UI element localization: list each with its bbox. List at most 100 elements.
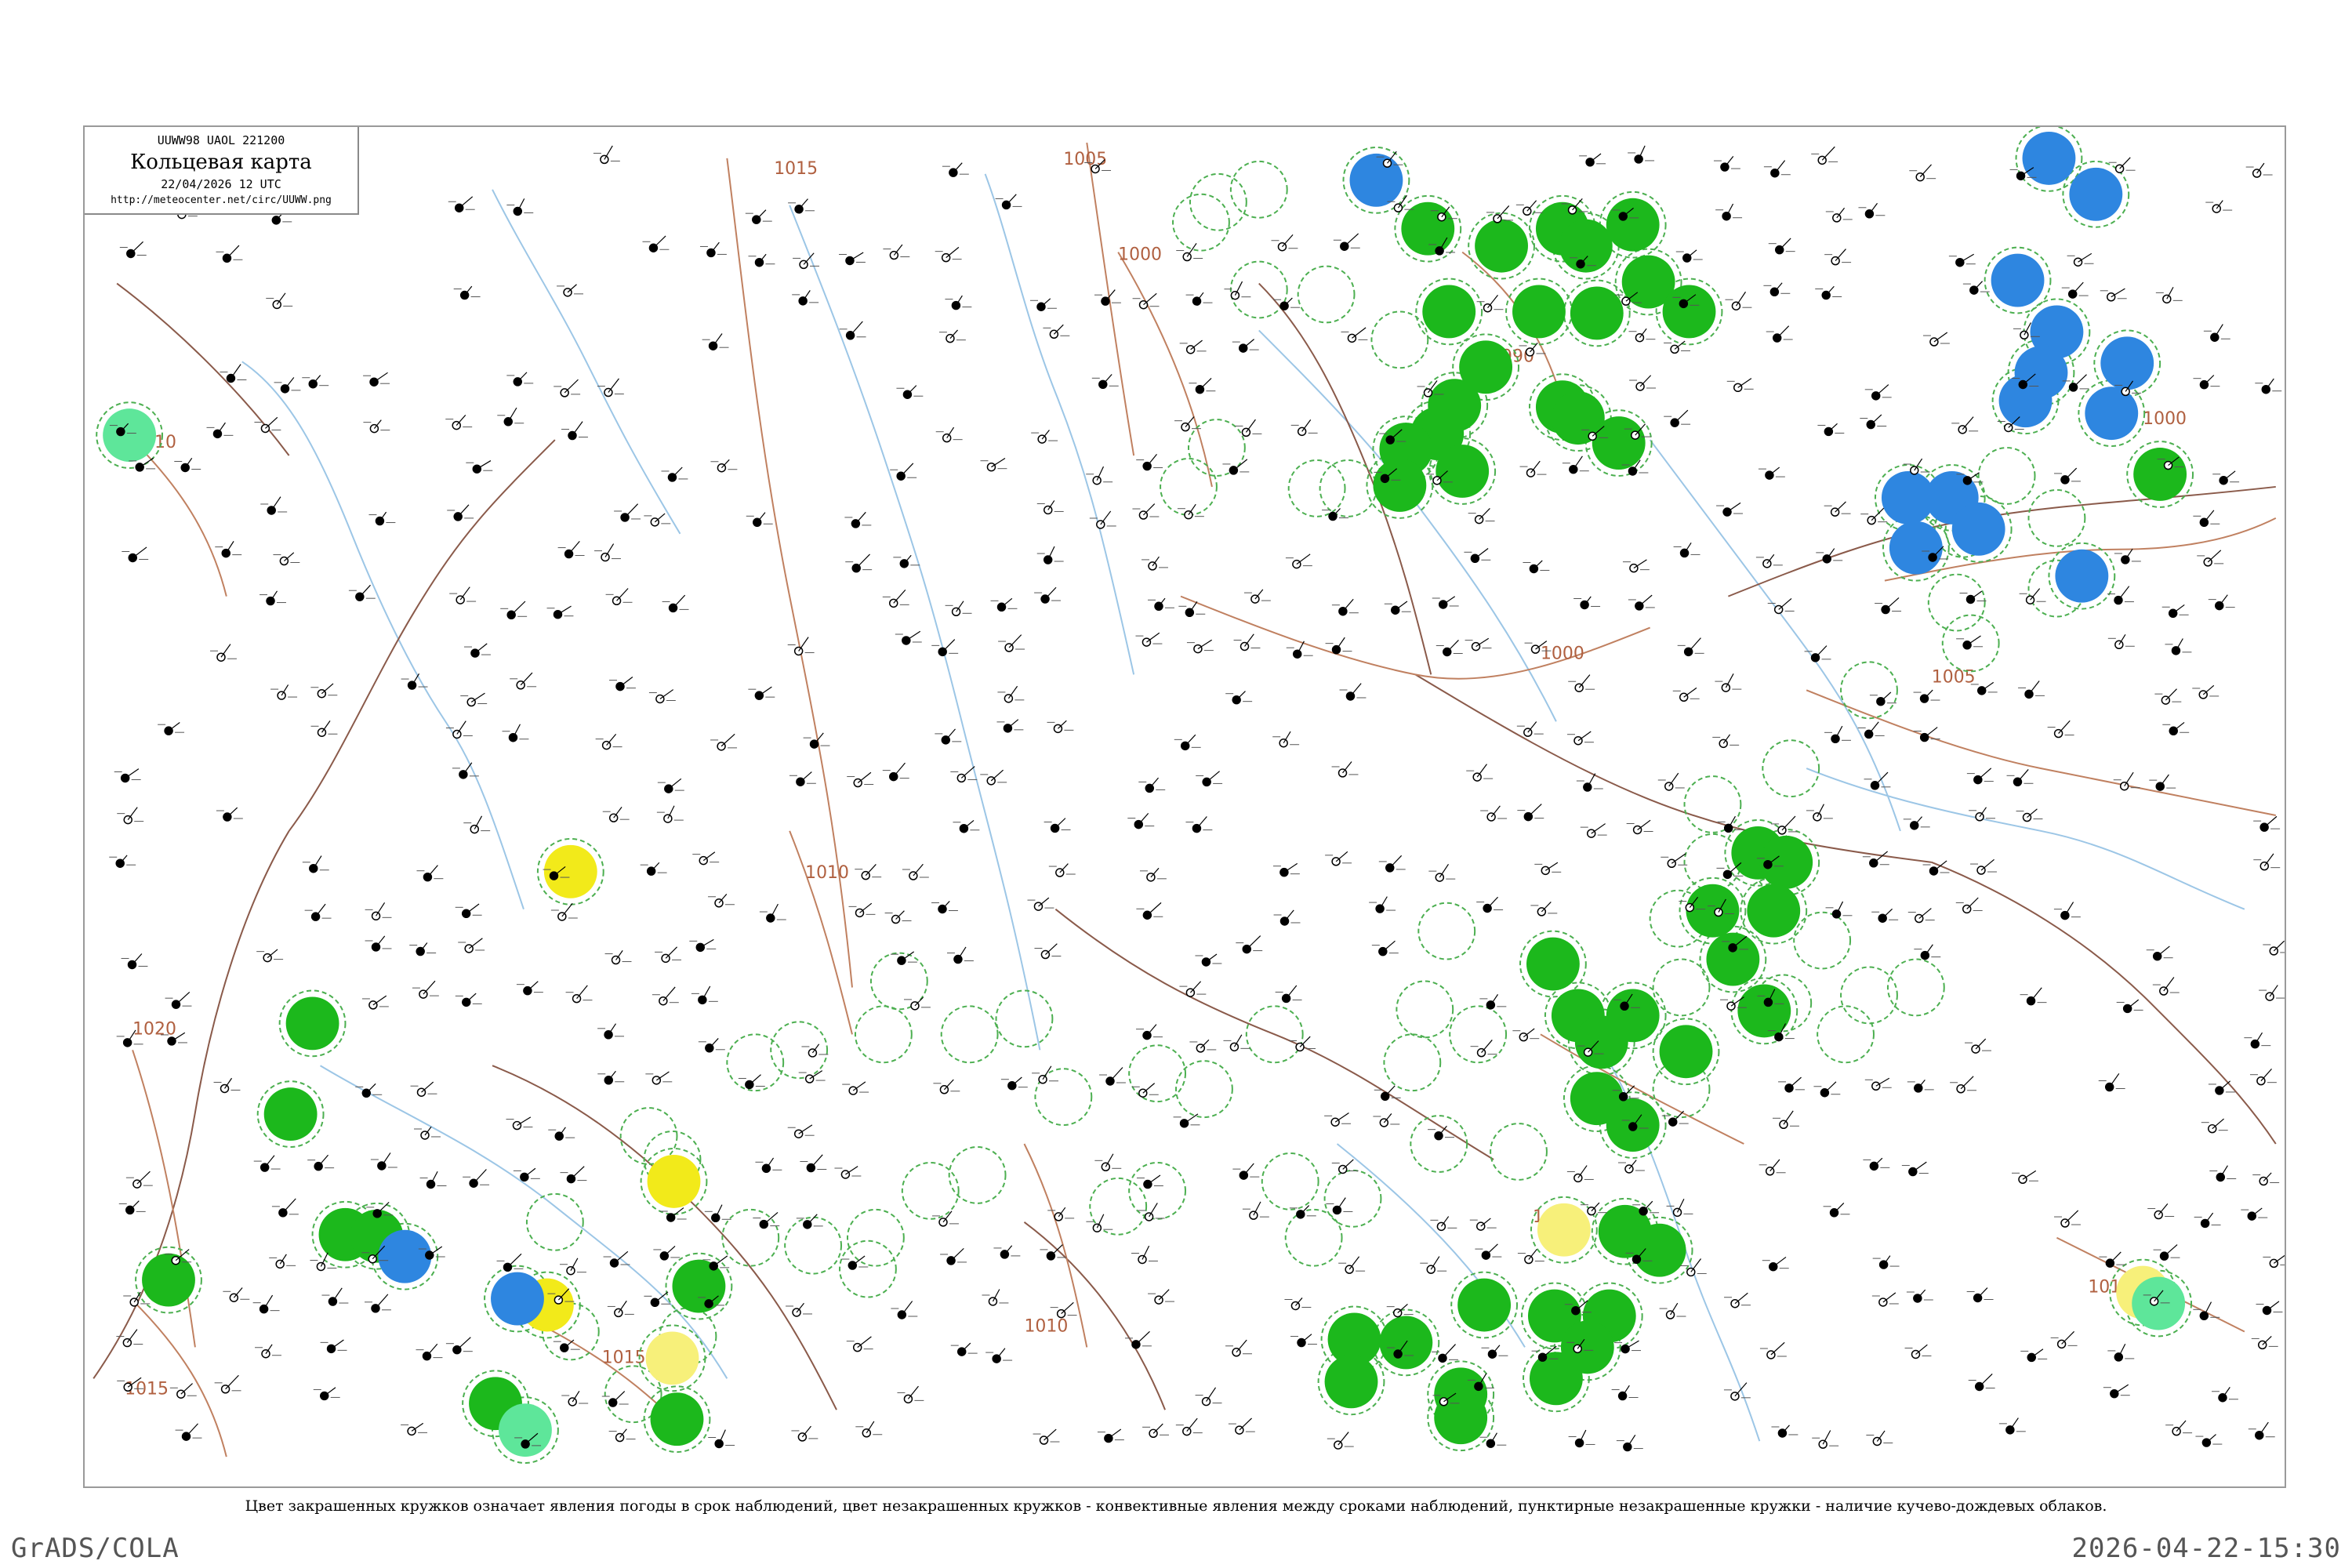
weather-marker-rain bbox=[1606, 989, 1660, 1043]
station-plot bbox=[2263, 1254, 2285, 1269]
cumulonimbus-marker bbox=[770, 1021, 829, 1080]
station-plot bbox=[1047, 720, 1074, 734]
station-plot bbox=[2100, 288, 2127, 302]
station-plot bbox=[1568, 674, 1595, 692]
station-plot bbox=[2193, 1301, 2220, 1321]
weather-marker-snow bbox=[1951, 502, 2005, 556]
station-cloud-cover-icon bbox=[1472, 772, 1482, 782]
station-plot bbox=[884, 910, 912, 924]
wind-barb-icon bbox=[1196, 816, 1207, 829]
station-plot bbox=[1034, 943, 1062, 960]
wind-barb-icon bbox=[1821, 146, 1835, 161]
isobar-labels-layer: 1015 1005 1000 990 1000 1000 1005 1010 1… bbox=[125, 150, 2187, 1399]
station-plot bbox=[553, 1339, 580, 1352]
wind-barb-icon bbox=[1190, 339, 1203, 350]
wind-barb-icon bbox=[1146, 632, 1160, 643]
station-cloud-cover-icon bbox=[1470, 554, 1480, 564]
wind-barb-icon bbox=[372, 995, 387, 1006]
wind-barb-icon bbox=[1933, 860, 1947, 872]
station-plot bbox=[500, 601, 528, 620]
station-plot bbox=[497, 407, 524, 426]
station-plot bbox=[935, 728, 962, 745]
station-plot bbox=[1273, 909, 1301, 926]
wind-barb-icon bbox=[1735, 291, 1746, 307]
wind-barb-icon bbox=[798, 1124, 813, 1134]
station-plot bbox=[605, 588, 633, 606]
station-plot bbox=[1036, 500, 1064, 515]
wind-barb-icon bbox=[1773, 1256, 1787, 1268]
station-cloud-cover-icon bbox=[2073, 257, 2083, 267]
wind-barb-icon bbox=[1184, 1113, 1199, 1124]
station-plot bbox=[1515, 200, 1543, 216]
station-plot bbox=[787, 1124, 815, 1138]
wind-barb-icon bbox=[520, 672, 533, 686]
station-plot bbox=[2154, 688, 2182, 705]
station-plot bbox=[1864, 771, 1891, 790]
station-plot bbox=[1331, 761, 1359, 778]
wind-barb-icon bbox=[2072, 281, 2084, 295]
wind-barb-icon bbox=[1834, 1203, 1845, 1214]
station-plot bbox=[1135, 632, 1163, 647]
station-plot bbox=[516, 981, 543, 996]
station-plot bbox=[796, 1214, 823, 1229]
station-plot bbox=[1913, 727, 1940, 742]
wind-barb-icon bbox=[1959, 253, 1974, 263]
station-plot bbox=[2107, 1344, 2135, 1362]
wind-barb-icon bbox=[673, 594, 686, 608]
wind-barb-icon bbox=[851, 1255, 866, 1266]
station-plot bbox=[950, 1342, 978, 1356]
wind-barb-icon bbox=[720, 733, 735, 747]
wind-barb-icon bbox=[659, 689, 674, 699]
station-plot bbox=[698, 1038, 725, 1053]
station-plot bbox=[1864, 384, 1892, 401]
station-plot bbox=[363, 419, 390, 434]
wind-barb-icon bbox=[1158, 1289, 1170, 1301]
wind-barb-icon bbox=[1109, 1067, 1123, 1082]
wind-barb-icon bbox=[1336, 1197, 1346, 1210]
station-plot bbox=[1290, 1334, 1317, 1348]
cumulonimbus-marker bbox=[1840, 661, 1898, 720]
station-plot bbox=[1044, 818, 1071, 833]
wind-barb-icon bbox=[756, 209, 767, 220]
station-plot bbox=[2197, 550, 2224, 567]
wind-barb-icon bbox=[1475, 548, 1489, 559]
station-plot bbox=[216, 245, 243, 263]
station-plot bbox=[1341, 327, 1368, 343]
station-plot bbox=[897, 1385, 924, 1404]
station-plot bbox=[1679, 1258, 1707, 1277]
station-plot bbox=[2194, 1212, 2221, 1229]
station-plot bbox=[659, 1207, 687, 1222]
wind-barb-icon bbox=[168, 722, 180, 731]
wind-barb-icon bbox=[2212, 1118, 2224, 1130]
station-plot bbox=[310, 683, 338, 699]
station-plot bbox=[2249, 1068, 2277, 1086]
wind-barb-icon bbox=[517, 1116, 532, 1127]
station-plot bbox=[448, 196, 475, 212]
station-plot bbox=[1568, 1429, 1595, 1448]
station-plot bbox=[1715, 673, 1742, 692]
station-plot bbox=[1901, 1161, 1929, 1177]
station-plot bbox=[1174, 734, 1201, 751]
wind-barb-icon bbox=[604, 543, 615, 557]
weather-marker-rain bbox=[1659, 1025, 1713, 1079]
station-plot bbox=[2103, 1384, 2130, 1399]
wind-barb-icon bbox=[1061, 1301, 1074, 1315]
station-plot bbox=[702, 333, 729, 350]
station-cloud-cover-icon bbox=[1092, 1223, 1102, 1232]
station-plot bbox=[269, 1254, 296, 1269]
station-plot bbox=[1373, 1113, 1400, 1127]
wind-barb-icon bbox=[2223, 470, 2236, 481]
rivers-layer bbox=[241, 173, 2245, 1442]
station-plot bbox=[445, 414, 473, 430]
wind-barb-icon bbox=[1001, 597, 1013, 608]
weather-marker-haze bbox=[645, 1331, 699, 1385]
station-plot bbox=[738, 1074, 765, 1090]
station-plot bbox=[1000, 1076, 1028, 1091]
station-plot bbox=[1232, 1163, 1260, 1180]
station-plot bbox=[1628, 594, 1655, 611]
weather-marker-rain bbox=[1529, 1352, 1583, 1406]
station-plot bbox=[1176, 243, 1203, 262]
station-plot bbox=[2208, 594, 2235, 611]
station-plot bbox=[2245, 162, 2273, 178]
map-url[interactable]: http://meteocenter.net/circ/UUWW.png bbox=[85, 194, 358, 206]
